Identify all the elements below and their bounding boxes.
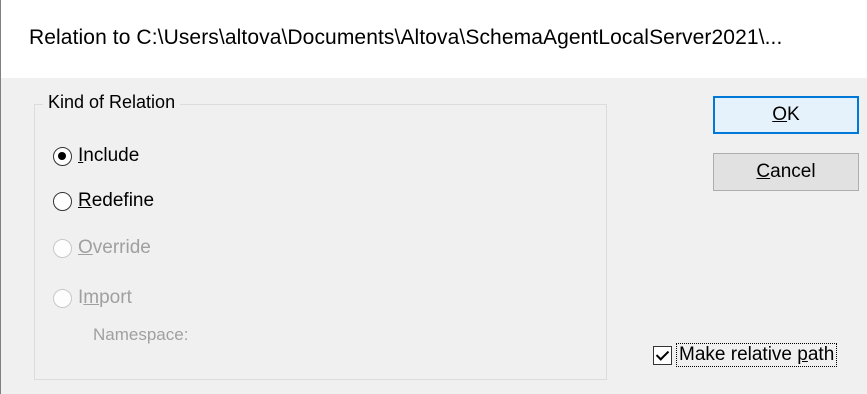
make-relative-path-label: Make relative path: [676, 343, 838, 367]
title-bar: Relation to C:\Users\altova\Documents\Al…: [1, 0, 867, 78]
import-label: Import: [78, 287, 132, 308]
include-radio-button[interactable]: [53, 146, 72, 166]
redefine-label: Redefine: [78, 190, 155, 211]
cancel-button[interactable]: Cancel: [713, 153, 859, 191]
override-radio-option: Override: [53, 235, 151, 261]
include-radio-option[interactable]: Include: [53, 143, 139, 169]
import-radio-option: Import: [53, 285, 132, 311]
make-relative-path-checkbox[interactable]: [653, 345, 672, 365]
relation-dialog: Relation to C:\Users\altova\Documents\Al…: [0, 0, 867, 394]
include-label: Include: [78, 145, 140, 166]
ok-button[interactable]: OK: [713, 96, 859, 134]
redefine-radio-button[interactable]: [53, 191, 72, 211]
dialog-title: Relation to C:\Users\altova\Documents\Al…: [29, 26, 783, 49]
redefine-radio-option[interactable]: Redefine: [53, 188, 154, 214]
override-radio-button: [53, 238, 72, 258]
make-relative-path-option[interactable]: Make relative path: [653, 343, 838, 367]
namespace-label: Namespace:: [93, 325, 189, 344]
kind-of-relation-legend: Kind of Relation: [43, 92, 181, 113]
override-label: Override: [78, 237, 151, 258]
import-radio-button: [53, 288, 72, 308]
